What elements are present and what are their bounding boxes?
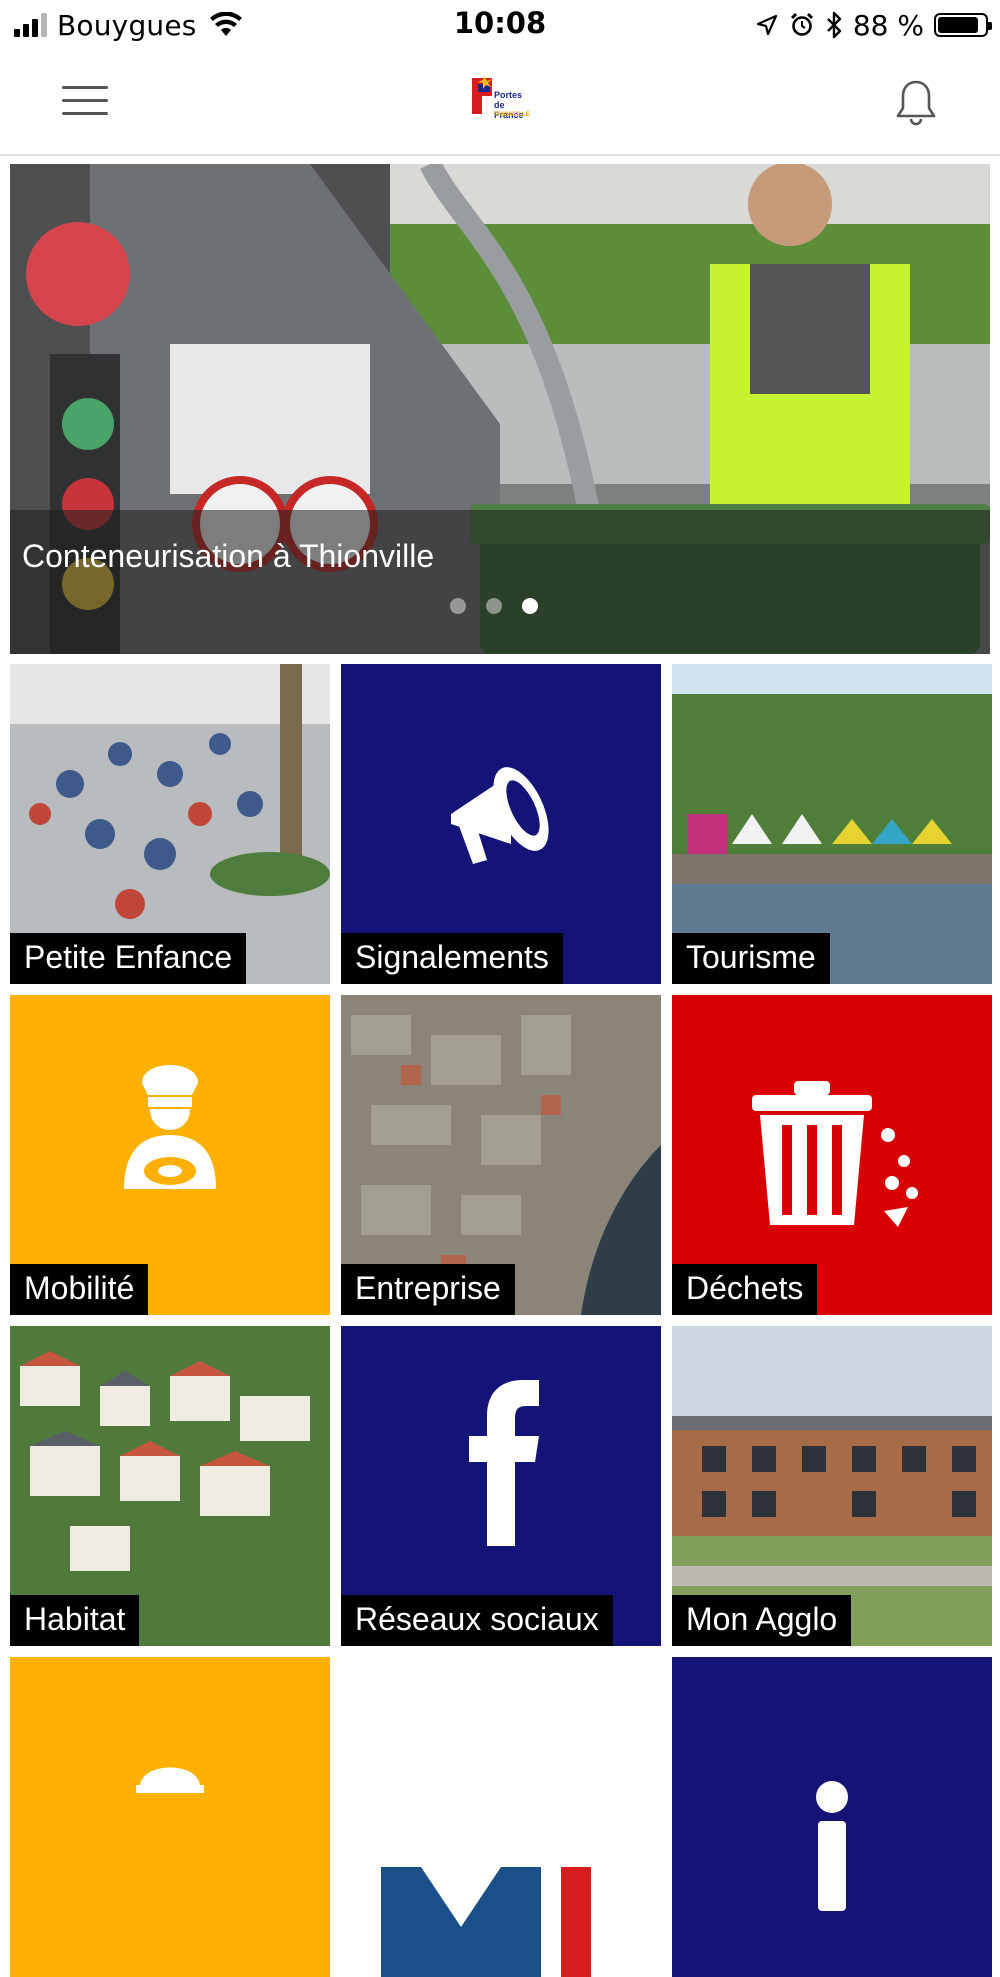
portes-de-france-logo[interactable]: Portes de France THIONVILLE [470,74,532,132]
info-icon [816,1781,848,1911]
slider-dots [450,598,538,614]
logo-m-icon [381,1867,591,1977]
tile-tourisme[interactable]: Tourisme [672,664,992,984]
bell-icon-glyph [896,80,936,126]
battery-icon [934,13,992,37]
battery-tip [988,22,992,30]
tile-habitat[interactable]: Habitat [10,1326,330,1646]
tile-dechets[interactable]: Déchets [672,995,992,1315]
battery-percent: 88 % [852,8,924,42]
tile-logo-m-icon[interactable] [341,1657,661,1977]
status-bar: Bouygues 10:08 88 % [0,0,1000,50]
tile-info-icon[interactable] [672,1657,992,1977]
battery-fill [938,17,978,33]
tile-label: Tourisme [672,933,830,984]
tile-label: Signalements [341,933,563,984]
tile-label: Déchets [672,1264,818,1315]
hamburger-icon[interactable] [62,86,108,116]
worker-icon [136,1767,204,1793]
tile-worker-icon[interactable] [10,1657,330,1977]
location-arrow-icon [756,14,777,36]
status-right: 88 % [755,6,992,44]
hero-slider[interactable]: Conteneurisation à Thionville [10,164,990,654]
tile-mon-agglo[interactable]: Mon Agglo [672,1326,992,1646]
slider-dot-3[interactable] [522,598,538,614]
app-header: Portes de France THIONVILLE [0,50,1000,156]
slider-dot-2[interactable] [486,598,502,614]
tile-label: Mobilité [10,1264,149,1315]
bell-icon[interactable] [890,76,942,128]
bluetooth-icon [827,11,842,39]
tile-label: Entreprise [341,1264,515,1315]
tile-label: Habitat [10,1595,140,1646]
tile-label: Mon Agglo [672,1595,852,1646]
logo-subtitle: THIONVILLE [494,112,530,118]
tile-signalements[interactable]: Signalements [341,664,661,984]
tile-reseaux-sociaux[interactable]: Réseaux sociaux [341,1326,661,1646]
hero-caption: Conteneurisation à Thionville [22,538,435,574]
alarm-icon [790,12,813,36]
slider-dot-1[interactable] [450,598,466,614]
hero-caption-bar [10,510,990,654]
tile-label: Réseaux sociaux [341,1595,613,1646]
tile-mobilite[interactable]: Mobilité [10,995,330,1315]
tile-petite-enfance[interactable]: Petite Enfance [10,664,330,984]
tile-label: Petite Enfance [10,933,247,984]
tile-entreprise[interactable]: Entreprise [341,995,661,1315]
